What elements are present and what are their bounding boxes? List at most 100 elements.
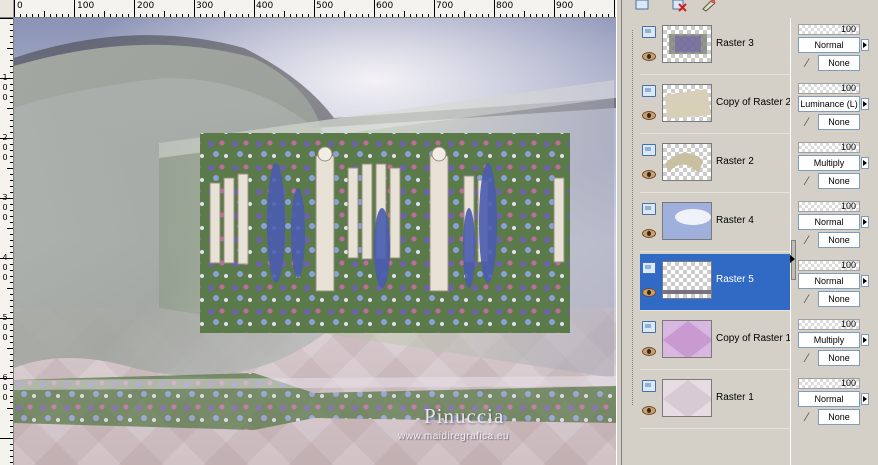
blend-mode-select[interactable]: Normal <box>798 37 860 53</box>
ruler-tick <box>10 24 13 25</box>
delete-layer-icon[interactable] <box>670 0 688 12</box>
blend-mode-select[interactable]: Normal <box>798 273 860 289</box>
ruler-tick <box>10 234 13 235</box>
ruler-tick <box>10 336 13 337</box>
brush-link-icon[interactable]: ⁄ <box>800 292 814 306</box>
visibility-eye-icon[interactable] <box>642 288 656 297</box>
layer-thumbnail <box>662 84 712 122</box>
image-canvas[interactable]: Pinuccia www.maidiregrafica.eu <box>14 18 616 465</box>
blend-mode-select[interactable]: Multiply <box>798 332 860 348</box>
layer-row-copy-of-raster-2[interactable]: Copy of Raster 2 <box>640 77 791 134</box>
opacity-slider[interactable]: 100 <box>798 83 860 94</box>
ruler-tick <box>308 14 309 17</box>
ruler-tick <box>410 14 411 17</box>
ruler-tick <box>134 0 135 17</box>
ruler-tick <box>10 402 13 403</box>
ruler-tick <box>122 14 123 17</box>
ruler-tick <box>296 14 297 17</box>
blend-mode-select[interactable]: Luminance (L) <box>798 96 860 112</box>
ruler-tick <box>7 348 13 349</box>
blend-mode-select[interactable]: Multiply <box>798 155 860 171</box>
layer-thumbnail <box>662 320 712 358</box>
visibility-eye-icon[interactable] <box>642 229 656 238</box>
layer-thumbnail <box>662 261 712 299</box>
ruler-tick <box>146 14 147 17</box>
raster-layer-icon <box>642 85 656 97</box>
opacity-slider[interactable]: 100 <box>798 142 860 153</box>
blend-mode-arrow-icon[interactable] <box>861 98 869 110</box>
mask-select[interactable]: None <box>818 350 860 366</box>
opacity-slider[interactable]: 100 <box>798 260 860 271</box>
ruler-tick <box>542 14 543 17</box>
layer-properties-raster-5: 100 Normal ⁄ None <box>798 258 878 315</box>
layer-properties-raster-3: 100 Normal ⁄ None <box>798 22 878 79</box>
blend-mode-arrow-icon[interactable] <box>861 157 869 169</box>
ruler-tick <box>464 11 465 17</box>
ruler-tick <box>338 14 339 17</box>
layer-name[interactable]: Raster 5 <box>716 274 754 285</box>
ruler-label: 600 <box>376 1 394 11</box>
layer-name[interactable]: Copy of Raster 1 <box>716 333 791 344</box>
ruler-tick <box>10 204 13 205</box>
ruler-tick <box>10 54 13 55</box>
layer-row-raster-3[interactable]: Raster 3 <box>640 18 790 75</box>
visibility-eye-icon[interactable] <box>642 347 656 356</box>
blend-mode-select[interactable]: Normal <box>798 391 860 407</box>
mask-select[interactable]: None <box>818 232 860 248</box>
raster-layer-icon <box>642 262 656 274</box>
opacity-slider[interactable]: 100 <box>798 201 860 212</box>
brush-link-icon[interactable]: ⁄ <box>800 174 814 188</box>
layer-properties-icon[interactable] <box>700 0 718 12</box>
mask-select[interactable]: None <box>818 173 860 189</box>
visibility-eye-icon[interactable] <box>642 170 656 179</box>
ruler-tick <box>434 0 435 17</box>
ruler-tick <box>176 14 177 17</box>
layer-name[interactable]: Copy of Raster 2 <box>716 97 791 108</box>
mask-select[interactable]: None <box>818 114 860 130</box>
brush-link-icon[interactable]: ⁄ <box>800 233 814 247</box>
ruler-label: 0 <box>17 1 23 11</box>
ruler-label: 800 <box>496 1 514 11</box>
visibility-eye-icon[interactable] <box>642 111 656 120</box>
brush-link-icon[interactable]: ⁄ <box>800 56 814 70</box>
layer-row-raster-1[interactable]: Raster 1 <box>640 372 790 429</box>
layer-thumbnail <box>662 379 712 417</box>
brush-link-icon[interactable]: ⁄ <box>800 351 814 365</box>
new-layer-icon[interactable] <box>634 0 652 12</box>
ruler-tick <box>10 372 13 373</box>
blend-mode-select[interactable]: Normal <box>798 214 860 230</box>
expand-arrow-icon[interactable] <box>790 255 795 263</box>
ruler-tick <box>326 14 327 17</box>
ruler-tick <box>110 14 111 17</box>
mask-select[interactable]: None <box>818 409 860 425</box>
visibility-eye-icon[interactable] <box>642 406 656 415</box>
ruler-tick <box>10 84 13 85</box>
opacity-slider[interactable]: 100 <box>798 24 860 35</box>
opacity-slider[interactable]: 100 <box>798 319 860 330</box>
ruler-tick <box>350 14 351 17</box>
ruler-tick <box>422 14 423 17</box>
blend-mode-arrow-icon[interactable] <box>861 334 869 346</box>
blend-mode-arrow-icon[interactable] <box>861 275 869 287</box>
ruler-label: 900 <box>556 1 574 11</box>
layer-row-raster-5[interactable]: Raster 5 <box>640 254 790 311</box>
visibility-eye-icon[interactable] <box>642 52 656 61</box>
blend-mode-arrow-icon[interactable] <box>861 39 869 51</box>
mask-select[interactable]: None <box>818 55 860 71</box>
blend-mode-arrow-icon[interactable] <box>861 216 869 228</box>
brush-link-icon[interactable]: ⁄ <box>800 410 814 424</box>
brush-link-icon[interactable]: ⁄ <box>800 115 814 129</box>
ruler-tick <box>206 14 207 17</box>
blend-mode-arrow-icon[interactable] <box>861 393 869 405</box>
layer-row-raster-4[interactable]: Raster 4 <box>640 195 790 252</box>
ruler-tick <box>10 462 13 463</box>
ruler-tick <box>560 14 561 17</box>
mask-select[interactable]: None <box>818 291 860 307</box>
layer-name[interactable]: Raster 1 <box>716 392 754 403</box>
layer-row-copy-of-raster-1[interactable]: Copy of Raster 1 <box>640 313 791 370</box>
opacity-slider[interactable]: 100 <box>798 378 860 389</box>
layer-name[interactable]: Raster 3 <box>716 38 754 49</box>
layer-row-raster-2[interactable]: Raster 2 <box>640 136 790 193</box>
layer-name[interactable]: Raster 2 <box>716 156 754 167</box>
layer-name[interactable]: Raster 4 <box>716 215 754 226</box>
